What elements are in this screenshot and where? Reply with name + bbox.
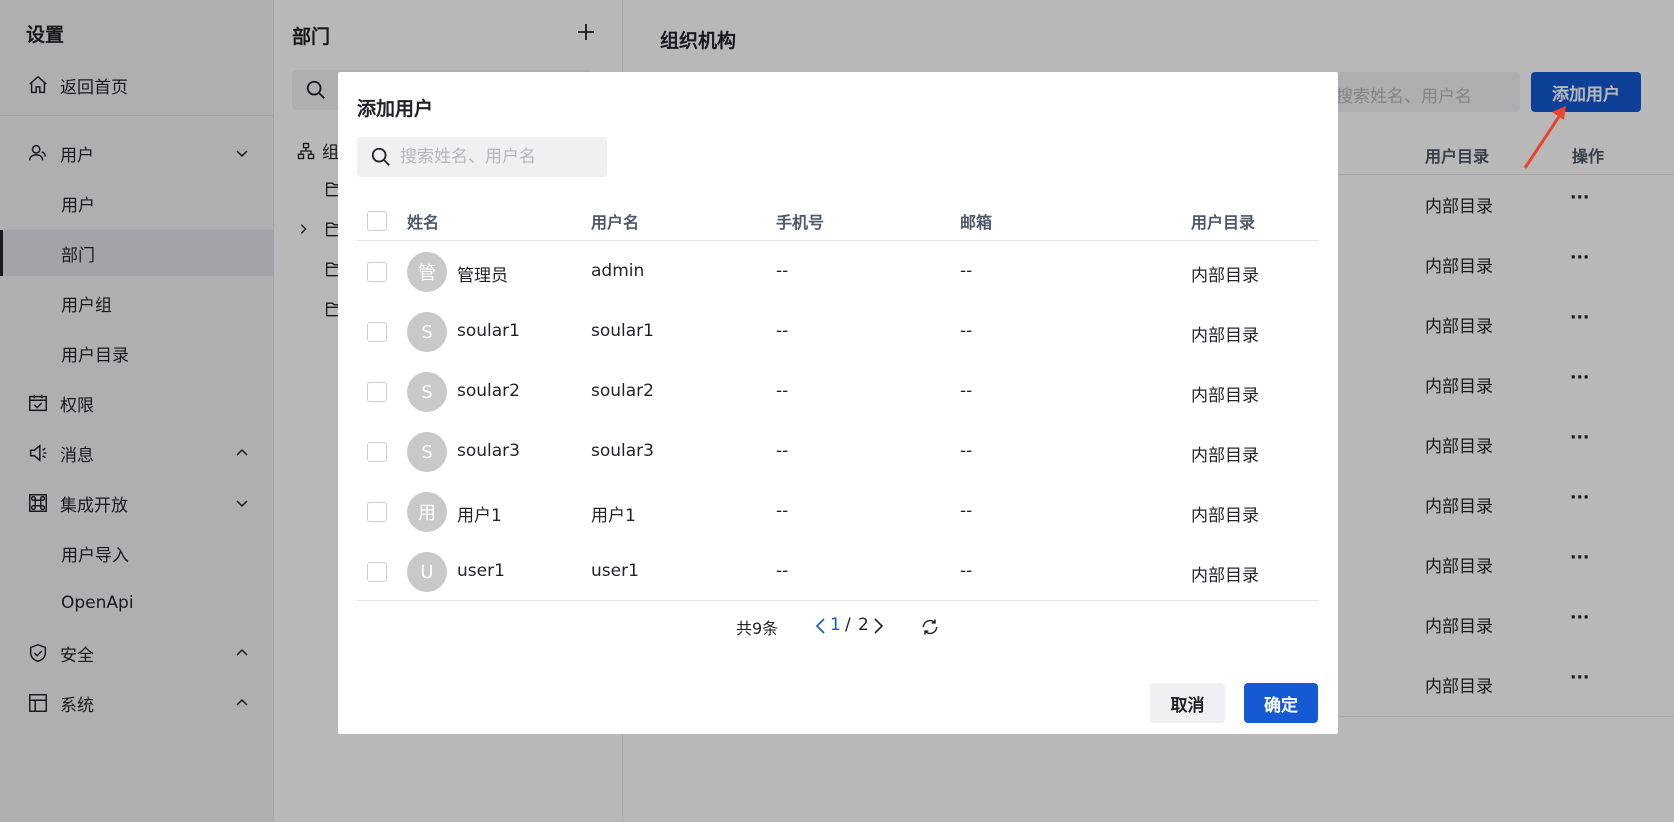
annotation-arrow-icon — [1523, 106, 1566, 169]
cell-phone: -- — [776, 321, 789, 341]
confirm-button[interactable]: 确定 — [1244, 683, 1318, 723]
table-divider — [357, 240, 1319, 241]
cell-directory: 内部目录 — [1191, 506, 1259, 526]
cell-email: -- — [960, 501, 973, 521]
column-header-email: 邮箱 — [960, 213, 993, 232]
cell-directory: 内部目录 — [1191, 446, 1259, 466]
pagination-separator: / — [845, 615, 851, 635]
cell-name: soular3 — [457, 441, 520, 461]
column-header-name: 姓名 — [407, 213, 440, 232]
cell-email: -- — [960, 561, 973, 581]
table-row[interactable]: Ssoular2 soular2 -- -- 内部目录 — [357, 362, 1319, 422]
row-checkbox[interactable] — [367, 442, 387, 462]
cell-email: -- — [960, 441, 973, 461]
table-row[interactable]: Uuser1 user1 -- -- 内部目录 — [357, 542, 1319, 602]
avatar: 管 — [407, 252, 447, 292]
avatar: 用 — [407, 492, 447, 532]
cell-phone: -- — [776, 441, 789, 461]
pagination-current-page[interactable]: 1 — [830, 615, 841, 635]
row-checkbox[interactable] — [367, 322, 387, 342]
row-checkbox[interactable] — [367, 502, 387, 522]
cell-name: soular1 — [457, 321, 520, 341]
table-divider — [357, 600, 1319, 601]
search-icon — [371, 147, 390, 166]
select-all-checkbox[interactable] — [367, 211, 387, 231]
chevron-left-icon[interactable] — [814, 617, 828, 635]
dialog-search — [357, 137, 607, 177]
cell-name: soular2 — [457, 381, 520, 401]
cell-username: admin — [591, 261, 645, 281]
row-checkbox[interactable] — [367, 262, 387, 282]
table-row[interactable]: Ssoular1 soular1 -- -- 内部目录 — [357, 302, 1319, 362]
dialog-title: 添加用户 — [357, 98, 434, 120]
cell-directory: 内部目录 — [1191, 266, 1259, 286]
row-checkbox[interactable] — [367, 562, 387, 582]
avatar: S — [407, 372, 447, 412]
cell-directory: 内部目录 — [1191, 386, 1259, 406]
cell-phone: -- — [776, 561, 789, 581]
cell-username: soular2 — [591, 381, 654, 401]
chevron-right-icon[interactable] — [871, 617, 885, 635]
table-row[interactable]: Ssoular3 soular3 -- -- 内部目录 — [357, 422, 1319, 482]
avatar: S — [407, 312, 447, 352]
cell-email: -- — [960, 261, 973, 281]
column-header-directory: 用户目录 — [1191, 213, 1256, 232]
cell-username: user1 — [591, 561, 639, 581]
row-checkbox[interactable] — [367, 382, 387, 402]
pagination-total-pages: 2 — [858, 615, 869, 635]
refresh-icon[interactable] — [920, 617, 940, 637]
add-user-dialog: 添加用户 姓名 用户名 手机号 邮箱 用户目录 管管理员 admin -- -- 内部目… — [338, 72, 1338, 734]
column-header-phone: 手机号 — [776, 213, 825, 232]
cell-email: -- — [960, 321, 973, 341]
cell-phone: -- — [776, 261, 789, 281]
cell-name: 用户1 — [457, 506, 502, 526]
table-row[interactable]: 用用户1 用户1 -- -- 内部目录 — [357, 482, 1319, 542]
pagination-total: 共9条 — [736, 619, 779, 638]
table-row[interactable]: 管管理员 admin -- -- 内部目录 — [357, 242, 1319, 302]
cell-directory: 内部目录 — [1191, 566, 1259, 586]
cell-phone: -- — [776, 501, 789, 521]
cell-name: user1 — [457, 561, 505, 581]
avatar: S — [407, 432, 447, 472]
cell-username: 用户1 — [591, 506, 636, 526]
dialog-search-input[interactable] — [400, 147, 600, 167]
cell-username: soular3 — [591, 441, 654, 461]
cell-username: soular1 — [591, 321, 654, 341]
cell-directory: 内部目录 — [1191, 326, 1259, 346]
cell-phone: -- — [776, 381, 789, 401]
column-header-username: 用户名 — [591, 213, 640, 232]
cancel-button[interactable]: 取消 — [1150, 683, 1225, 723]
avatar: U — [407, 552, 447, 592]
cell-email: -- — [960, 381, 973, 401]
cell-name: 管理员 — [457, 266, 508, 286]
